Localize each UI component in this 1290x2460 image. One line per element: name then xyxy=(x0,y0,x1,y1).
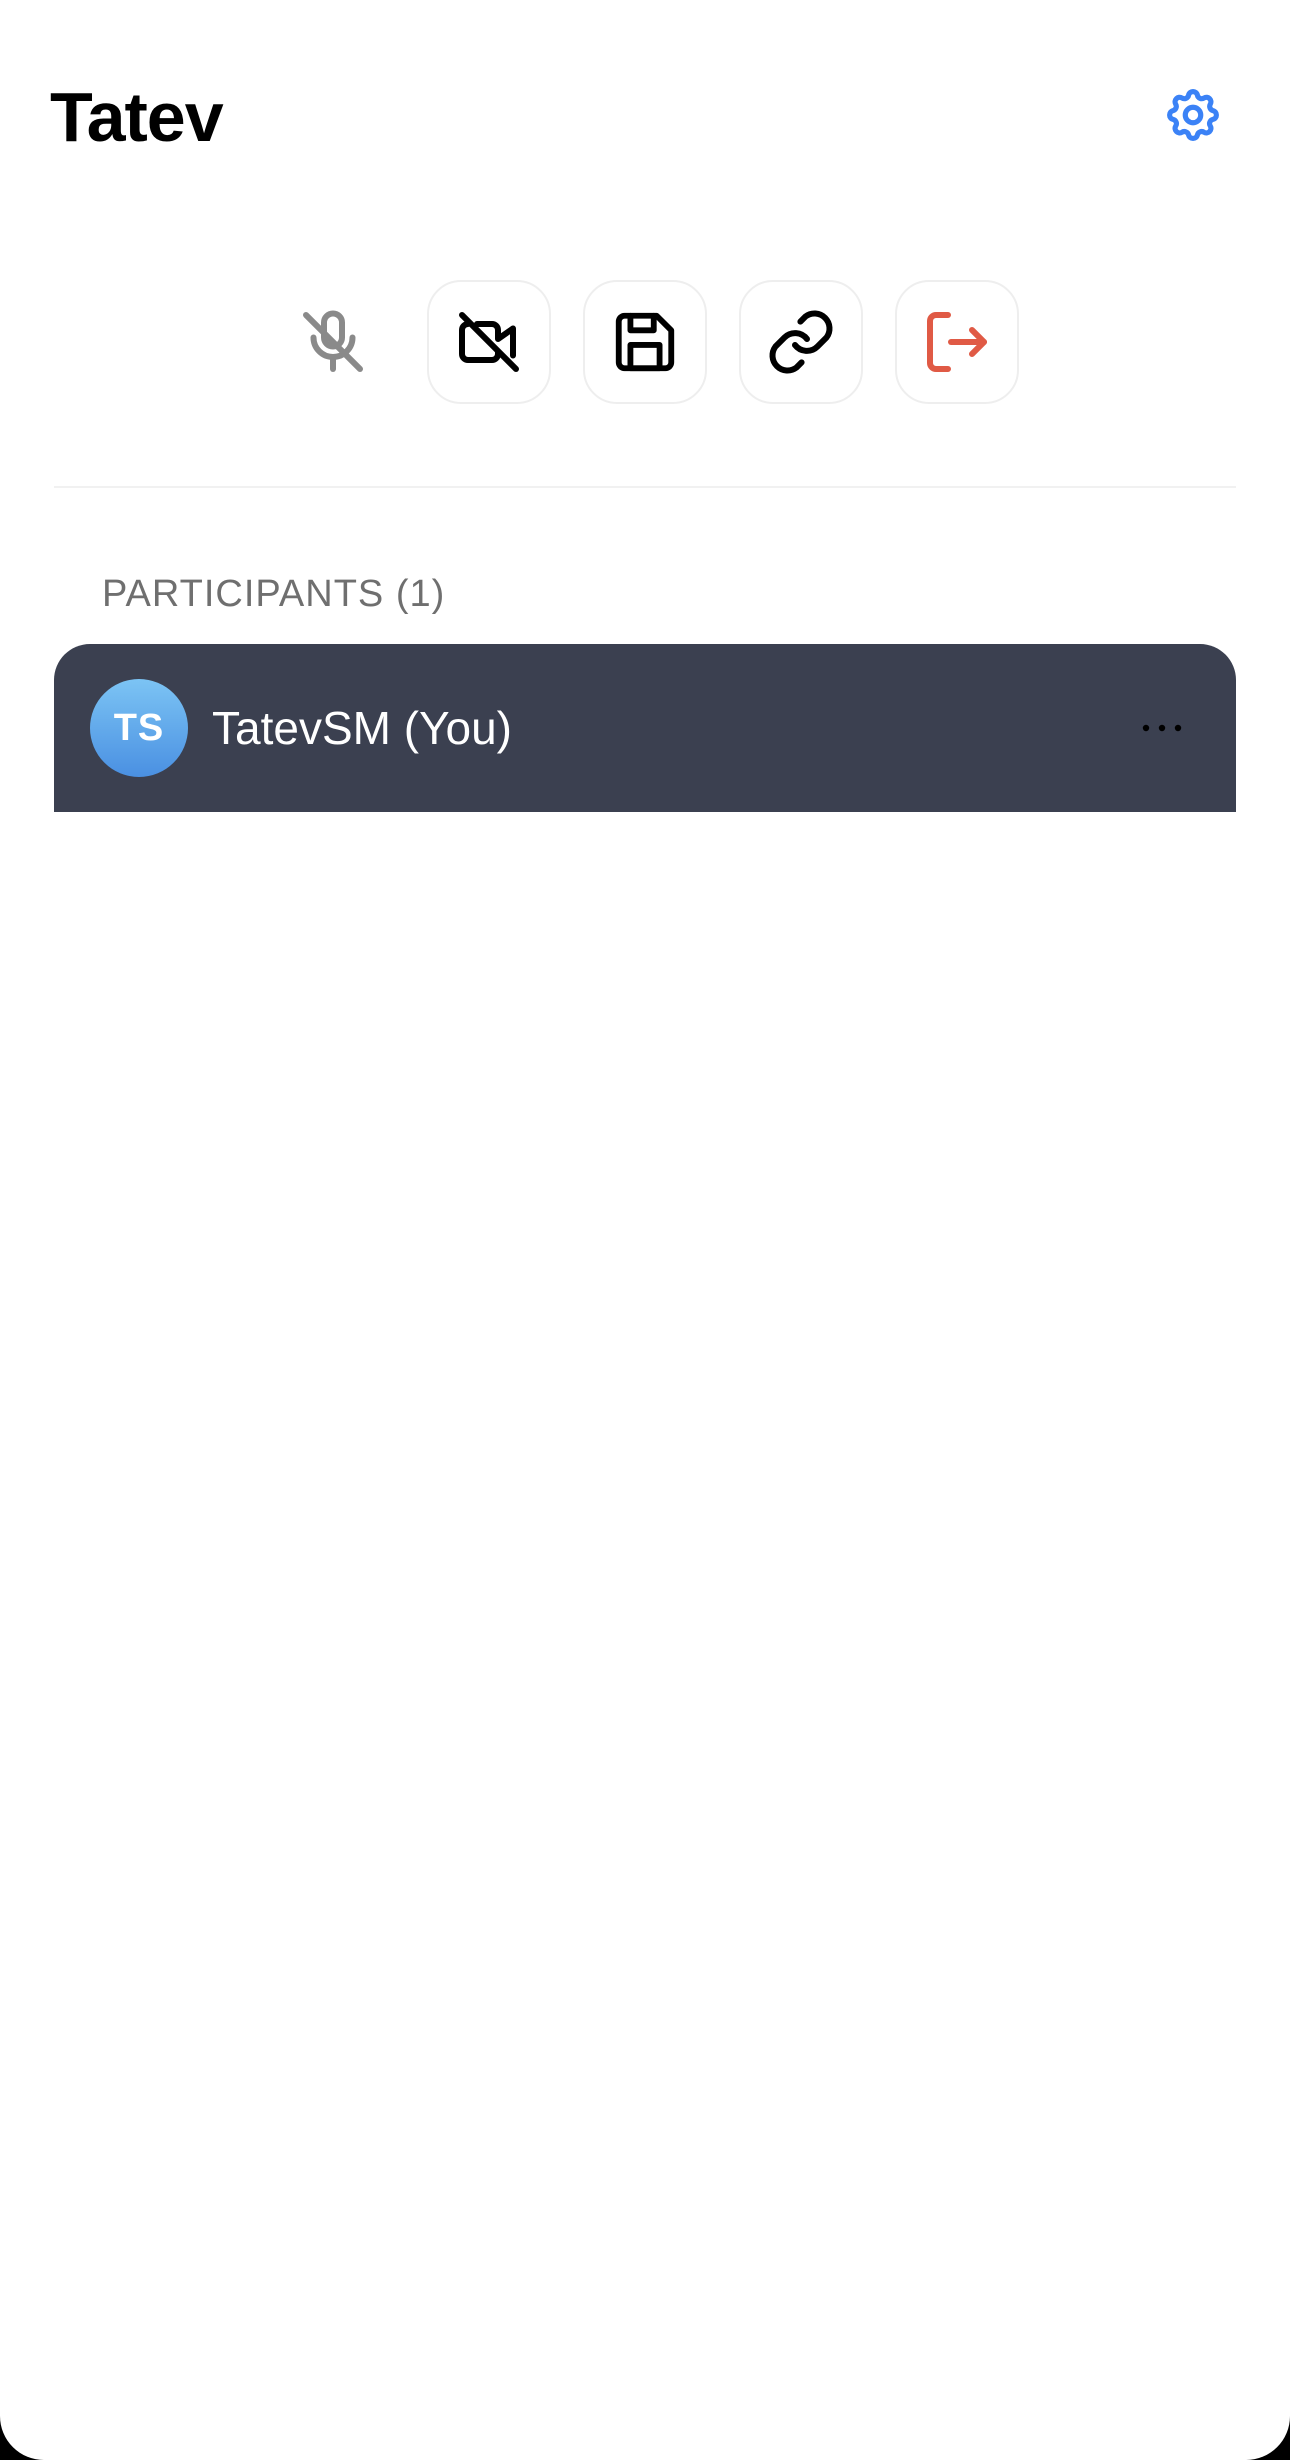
mute-microphone-button[interactable] xyxy=(271,280,395,404)
call-controls xyxy=(0,280,1290,404)
participant-name: TatevSM (You) xyxy=(212,702,512,754)
participant-more-button[interactable] xyxy=(1132,698,1192,758)
microphone-off-icon xyxy=(303,310,363,372)
video-off-icon xyxy=(459,312,519,372)
divider xyxy=(54,486,1236,488)
page-title: Tatev xyxy=(50,78,224,156)
exit-icon xyxy=(927,312,987,372)
participant-row[interactable]: TS TatevSM (You) xyxy=(54,644,1236,812)
avatar: TS xyxy=(90,679,188,777)
settings-button[interactable] xyxy=(1158,80,1228,150)
participants-section-label: PARTICIPANTS (1) xyxy=(102,573,446,615)
more-horizontal-icon xyxy=(1142,724,1182,732)
gear-icon xyxy=(1167,89,1219,141)
header: Tatev xyxy=(50,70,1240,160)
floppy-disk-icon xyxy=(615,312,675,372)
save-button[interactable] xyxy=(583,280,707,404)
screen: Tatev PARTICIPANTS (1) TS TatevSM (You) xyxy=(0,0,1290,2460)
copy-link-button[interactable] xyxy=(739,280,863,404)
leave-button[interactable] xyxy=(895,280,1019,404)
link-icon xyxy=(769,310,833,374)
toggle-camera-button[interactable] xyxy=(427,280,551,404)
